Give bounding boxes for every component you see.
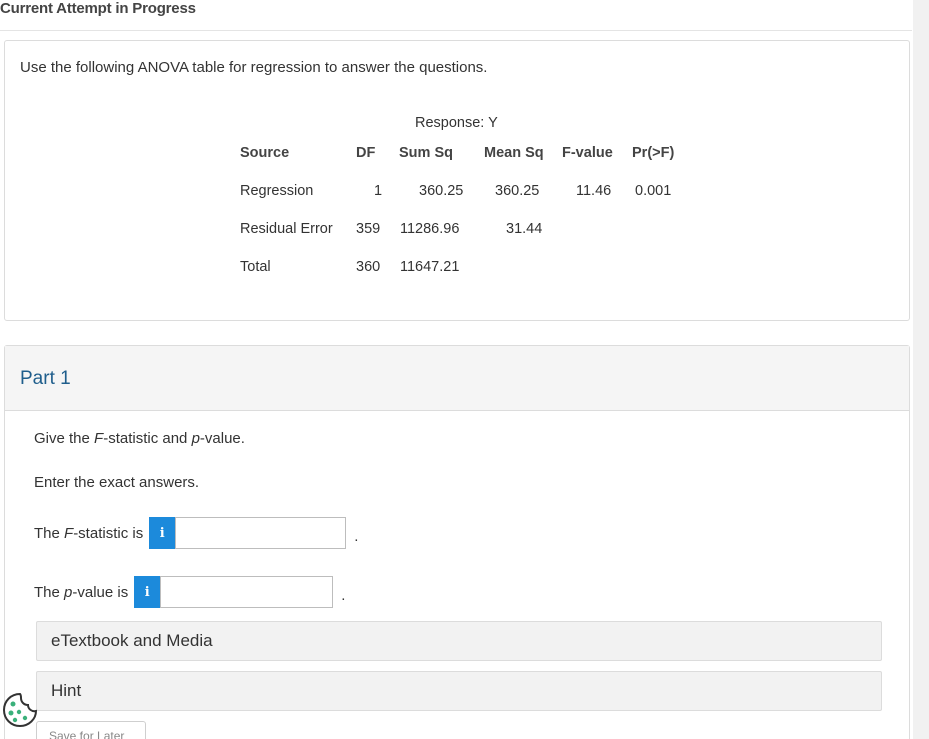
anova-cell-pr: 0.001 [635,183,672,199]
p-value-label: The p-value is [34,583,129,601]
anova-cell-sum-sq: 360.25 [419,183,464,199]
anova-header-df: DF [356,145,376,161]
cookie-settings-icon[interactable] [0,690,40,730]
anova-header-f-value: F-value [562,145,613,161]
f-statistic-row: The F-statistic is i . [34,517,358,549]
anova-cell-source: Regression [240,183,314,199]
anova-table: Response: Y Source DF Sum Sq Mean Sq F-v… [5,41,911,322]
info-icon[interactable]: i [134,576,161,608]
anova-response-label: Response: Y [415,115,498,131]
exact-answers-note: Enter the exact answers. [34,474,200,491]
part-1-header: Part 1 [5,346,909,411]
anova-header-mean-sq: Mean Sq [484,145,544,161]
f-statistic-label: The F-statistic is [34,524,144,542]
divider [0,30,912,31]
anova-cell-df: 1 [374,183,383,199]
p-value-row: The p-value is i . [34,576,345,608]
f-statistic-input[interactable] [175,517,347,549]
anova-header-source: Source [240,145,290,161]
part-1-instruction: Give the F-statistic and p-value. [34,430,245,447]
info-icon[interactable]: i [149,517,176,549]
period: . [341,586,346,604]
save-for-later-button[interactable]: Save for Later [36,721,146,739]
anova-cell-source: Total [240,259,271,275]
anova-cell-mean-sq: 31.44 [506,221,543,237]
question-panel: Use the following ANOVA table for regres… [4,40,910,321]
scrollbar[interactable] [913,0,929,739]
page: Current Attempt in Progress Use the foll… [0,0,929,739]
period: . [354,527,359,545]
hint-button[interactable]: Hint [36,671,882,711]
part-1-panel: Part 1 Give the F-statistic and p-value.… [4,345,910,739]
anova-cell-df: 360 [356,259,381,275]
anova-cell-df: 359 [356,221,381,237]
anova-header-pr: Pr(>F) [632,145,675,161]
anova-cell-sum-sq: 11286.96 [400,221,460,237]
part-1-title: Part 1 [20,368,71,389]
etextbook-media-button[interactable]: eTextbook and Media [36,621,882,661]
anova-cell-sum-sq: 11647.21 [400,259,460,275]
attempt-status-title: Current Attempt in Progress [0,0,196,17]
anova-cell-source: Residual Error [240,221,333,237]
anova-cell-mean-sq: 360.25 [495,183,540,199]
anova-header-sum-sq: Sum Sq [399,145,453,161]
p-value-input[interactable] [160,576,334,608]
anova-cell-f-value: 11.46 [576,183,612,199]
